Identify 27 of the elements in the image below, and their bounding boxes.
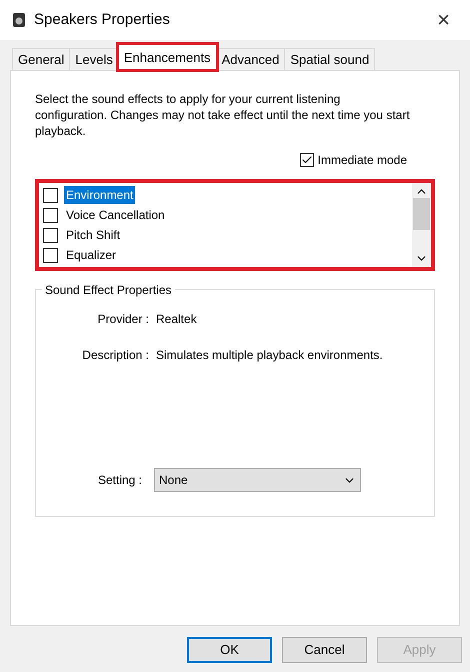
immediate-mode-checkbox[interactable]: Immediate mode [300,151,407,169]
tab[interactable]: Enhancements [118,44,217,70]
property-label: Description : [81,347,150,364]
scroll-thumb[interactable] [413,198,430,230]
checkbox[interactable] [43,248,58,262]
checkbox[interactable] [43,208,58,222]
setting-dropdown[interactable]: None [154,468,361,492]
effect-item[interactable]: Equalizer [64,246,118,264]
description-text: Select the sound effects to apply for your current listening configuration. Changes may not take effect until the next time you start playback. [35,91,410,139]
effect-item[interactable]: Voice Cancellation [64,206,167,224]
tab[interactable]: Spatial sound [284,48,376,70]
checkbox[interactable] [43,228,58,242]
window-title: Speakers Properties [34,10,171,30]
scroll-bar[interactable] [412,183,431,267]
dialog-button[interactable]: OK [187,637,272,663]
checkbox[interactable] [43,188,58,202]
close-button[interactable]: × [429,9,458,31]
setting-label: Setting : [96,472,143,489]
property-value: Realtek [156,311,197,328]
dialog-button[interactable]: Cancel [282,637,367,663]
effect-item[interactable]: Environment [64,186,136,204]
tab[interactable]: General [12,48,70,70]
effect-item[interactable]: Pitch Shift [64,226,122,244]
property-label: Provider : [96,311,150,328]
speaker-icon [12,12,26,28]
property-value: Simulates multiple playback environments. [156,347,383,364]
check-icon [300,154,313,166]
